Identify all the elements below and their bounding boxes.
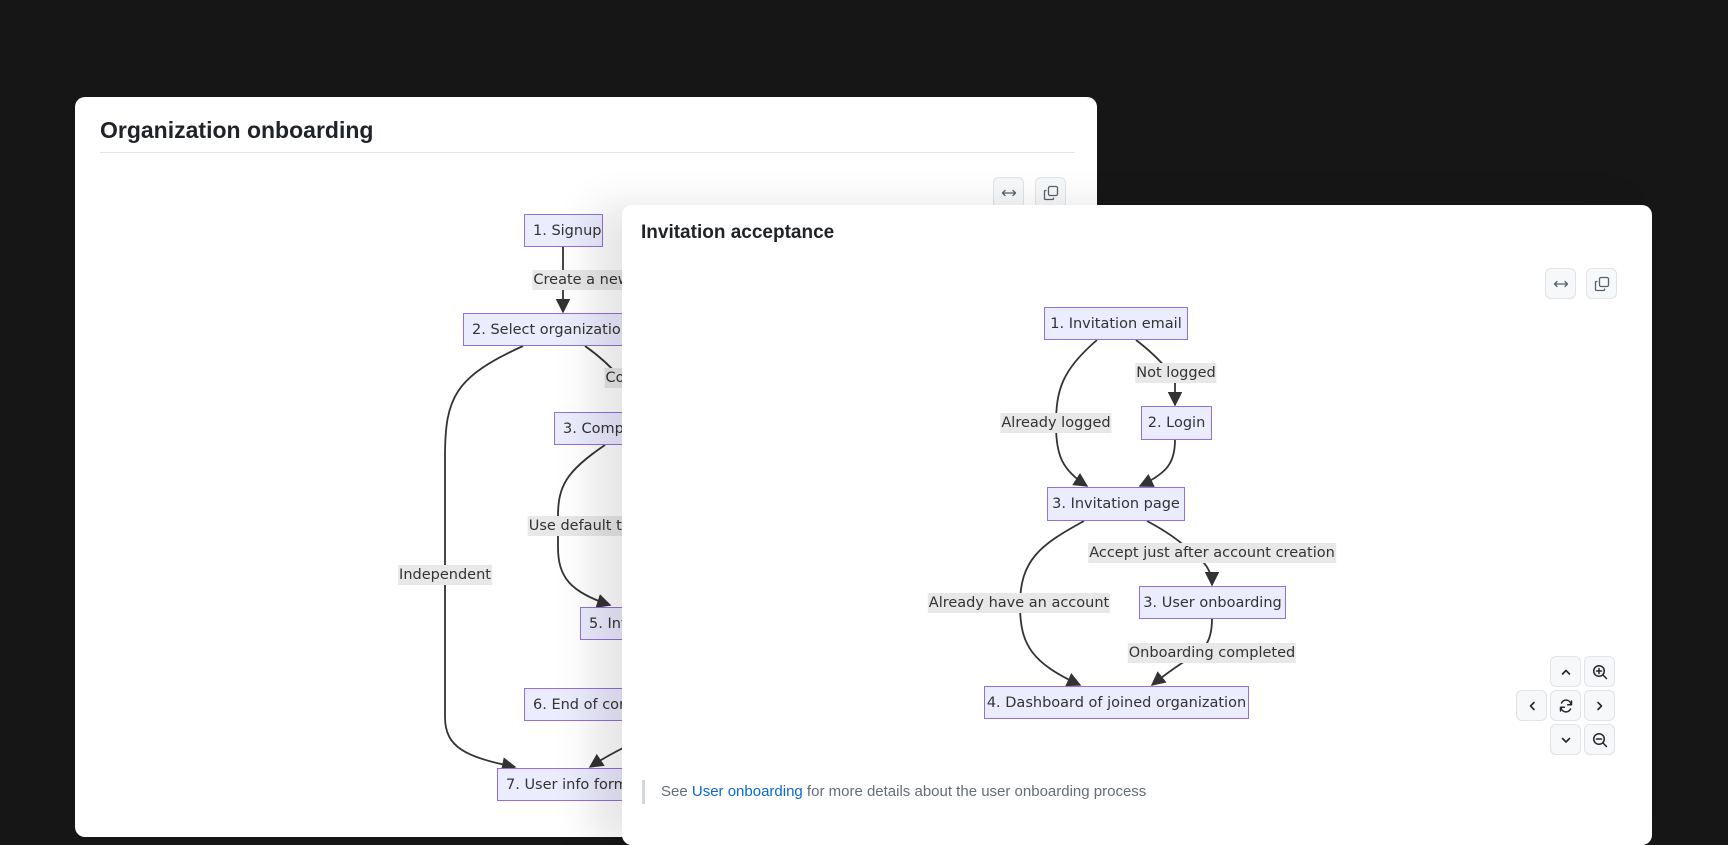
node-invitation-email: 1. Invitation email (1044, 307, 1188, 340)
zoom-out-button[interactable] (1584, 724, 1615, 755)
node-invitation-page: 3. Invitation page (1047, 487, 1185, 521)
zoom-out-icon (1592, 732, 1607, 747)
zoom-in-button[interactable] (1584, 656, 1615, 687)
chevron-left-icon (1529, 701, 1535, 710)
zoom-in-icon (1592, 664, 1607, 679)
edge-company-to-invite (557, 444, 612, 608)
copy-icon (1043, 185, 1058, 200)
node-user-onboarding: 3. User onboarding (1139, 586, 1286, 619)
footer-suffix: for more details about the user onboardi… (802, 783, 1147, 800)
node-dashboard-joined-org: 4. Dashboard of joined organization (984, 686, 1249, 719)
fit-width-button[interactable] (1545, 268, 1576, 299)
invitation-diagram: 1. Invitation email 2. Login 3. Invitati… (622, 205, 1652, 845)
edge-email-to-login (1135, 339, 1183, 407)
edge-email-to-invitation-already-logged (1055, 339, 1098, 487)
arrows-horizontal-icon (1553, 280, 1568, 287)
edge-label-not-logged: Not logged (1135, 363, 1217, 383)
node-select-organization: 2. Select organization (463, 313, 643, 346)
edge-invitation-to-dashboard (1019, 520, 1085, 687)
node-signup: 1. Signup (524, 214, 603, 247)
edge-select-to-userinfo (444, 345, 524, 772)
copy-icon (1594, 276, 1609, 291)
edge-label-independent: Independent (398, 565, 492, 585)
chevron-down-icon (1561, 737, 1570, 743)
chevron-up-icon (1561, 669, 1570, 675)
pan-up-button[interactable] (1550, 656, 1581, 687)
fit-width-button[interactable] (993, 177, 1024, 208)
edge-user-onboarding-to-dashboard (1150, 618, 1213, 686)
panel-title: Invitation acceptance (641, 222, 835, 243)
copy-button[interactable] (1586, 268, 1617, 299)
copy-button[interactable] (1035, 177, 1066, 208)
edge-invitation-to-user-onboarding (1146, 520, 1220, 587)
edge-label-accept-after-creation: Accept just after account creation (1088, 543, 1336, 563)
pan-right-button[interactable] (1584, 690, 1615, 721)
reset-view-button[interactable] (1550, 690, 1581, 721)
user-onboarding-link[interactable]: User onboarding (692, 783, 803, 800)
footer-prefix: See (661, 783, 692, 800)
edge-end-to-userinfo (588, 746, 626, 768)
edge-label-onboarding-completed: Onboarding completed (1127, 643, 1297, 663)
edge-login-to-invitation (1138, 439, 1176, 487)
pan-down-button[interactable] (1550, 724, 1581, 755)
invitation-acceptance-panel: Invitation acceptance 1. Invitation emai… (622, 205, 1652, 845)
node-login: 2. Login (1141, 406, 1212, 440)
footer-note: See User onboarding for more details abo… (642, 780, 1146, 804)
edge-label-already-have-account: Already have an account (927, 593, 1111, 613)
chevron-right-icon (1596, 701, 1602, 710)
arrows-horizontal-icon (1001, 189, 1016, 196)
panel-title: Organization onboarding (100, 117, 374, 143)
edge-label-already-logged: Already logged (1000, 413, 1112, 433)
pan-left-button[interactable] (1516, 690, 1547, 721)
invitation-diagram-edges (1019, 339, 1220, 687)
sync-icon (1559, 698, 1572, 713)
title-divider (100, 152, 1075, 153)
